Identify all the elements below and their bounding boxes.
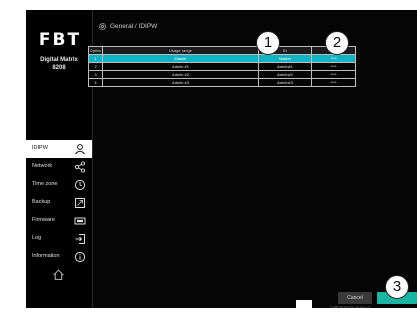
product-name: Digital Matrix xyxy=(40,57,78,63)
sidebar-item-firmware[interactable]: Firmware xyxy=(26,212,92,230)
app-screen: FBT Digital Matrix 8208 IDIPW Network Ti… xyxy=(26,10,417,308)
cancel-button[interactable]: Cancel xyxy=(338,292,372,304)
option-cell: 4 xyxy=(88,78,103,87)
id-cell[interactable]: Admin#2 xyxy=(258,70,312,79)
usage-range-cell: Master xyxy=(102,54,259,63)
sidebar-item-label: Network xyxy=(32,163,53,169)
gear-icon xyxy=(98,22,107,31)
sidebar-item-label: Time zone xyxy=(32,181,58,187)
user-icon xyxy=(75,144,85,155)
table-row[interactable]: 1 Master Master **** xyxy=(88,54,356,63)
sidebar-item-log[interactable]: Log xyxy=(26,230,92,248)
home-icon[interactable] xyxy=(52,268,65,281)
callout-1: 1 xyxy=(256,31,280,55)
account-table: Option Usage range ID PW 1 Master Master… xyxy=(88,46,356,87)
pw-cell[interactable]: **** xyxy=(311,78,356,87)
option-cell: 2 xyxy=(88,62,103,71)
sidebar-item-backup[interactable]: Backup xyxy=(26,194,92,212)
sidebar-item-label: Backup xyxy=(32,199,51,205)
pw-cell[interactable]: **** xyxy=(311,54,356,63)
sidebar-item-label: Log xyxy=(32,235,42,241)
backup-icon xyxy=(75,198,85,208)
option-cell: 3 xyxy=(88,70,103,79)
brand-logo: FBT xyxy=(38,30,82,50)
pw-cell[interactable]: **** xyxy=(311,70,356,79)
sidebar-item-label: IDIPW xyxy=(32,145,48,151)
option-cell: 1 xyxy=(88,54,103,63)
login-icon xyxy=(75,234,85,244)
pw-cell[interactable]: **** xyxy=(311,62,356,71)
callout-2: 2 xyxy=(325,31,349,55)
table-header-row: Option Usage range ID PW xyxy=(88,46,356,55)
usage-range-cell: Admin #2 xyxy=(102,70,259,79)
info-icon xyxy=(74,251,86,263)
sidebar-item-information[interactable]: Information xyxy=(26,248,92,266)
share-icon xyxy=(74,161,86,173)
callout-3: 3 xyxy=(385,275,409,299)
column-header-usage-range: Usage range xyxy=(102,46,259,55)
footer-patch xyxy=(296,300,312,308)
table-row[interactable]: 2 Admin #1 Admin#1 **** xyxy=(88,62,356,71)
product-model: 8208 xyxy=(52,65,66,71)
usage-range-cell: Admin #1 xyxy=(102,62,259,71)
chip-icon xyxy=(74,217,86,225)
sidebar-item-label: Information xyxy=(32,253,60,259)
usage-range-cell: Admin #3 xyxy=(102,78,259,87)
sidebar-item-label: Firmware xyxy=(32,217,55,223)
table-row[interactable]: 4 Admin #3 Admin#3 **** xyxy=(88,78,356,87)
top-bar: General / IDIPW xyxy=(92,10,417,40)
table-row[interactable]: 3 Admin #2 Admin#2 **** xyxy=(88,70,356,79)
column-header-option: Option xyxy=(88,46,103,55)
id-cell[interactable]: Admin#1 xyxy=(258,62,312,71)
breadcrumb: General / IDIPW xyxy=(110,23,158,30)
id-cell[interactable]: Master xyxy=(258,54,312,63)
sidebar: FBT Digital Matrix 8208 IDIPW Network Ti… xyxy=(26,10,93,308)
sidebar-item-time-zone[interactable]: Time zone xyxy=(26,176,92,194)
clock-icon xyxy=(74,179,86,191)
sidebar-item-idipw[interactable]: IDIPW xyxy=(26,140,92,158)
id-cell[interactable]: Admin#3 xyxy=(258,78,312,87)
footer-text: © FBT Elettronica. Version 1.0 xyxy=(330,305,371,309)
sidebar-item-network[interactable]: Network xyxy=(26,158,92,176)
